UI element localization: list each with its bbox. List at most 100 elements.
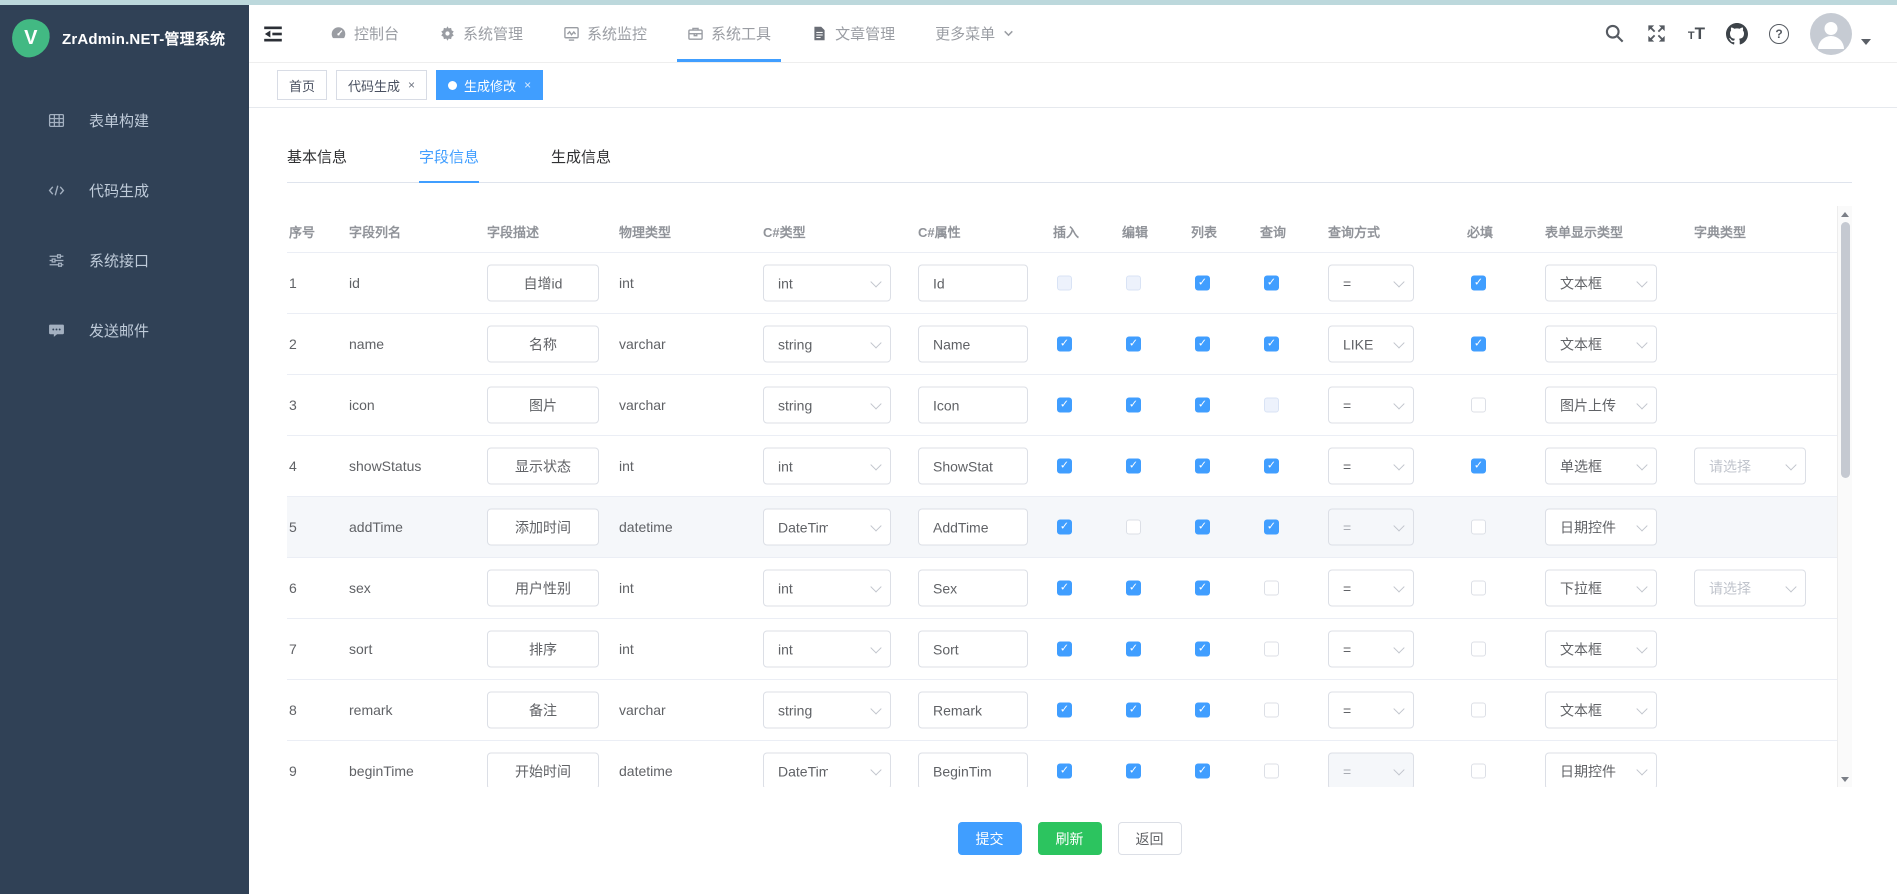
tab-字段信息[interactable]: 字段信息	[419, 146, 479, 182]
cs-type-select[interactable]: string	[763, 387, 891, 424]
help-icon[interactable]: ?	[1769, 24, 1789, 44]
search-icon[interactable]	[1604, 23, 1625, 44]
list-checkbox[interactable]: ✓	[1195, 581, 1210, 596]
nav-menu-gear[interactable]: 系统管理	[437, 5, 525, 62]
edit-checkbox[interactable]: ✓	[1126, 337, 1141, 352]
field-desc-input[interactable]	[487, 326, 599, 363]
list-checkbox[interactable]: ✓	[1195, 459, 1210, 474]
nav-menu-toolbox[interactable]: 系统工具	[685, 5, 773, 62]
display-type-select[interactable]: 文本框	[1545, 631, 1657, 668]
sidebar-item-form-grid[interactable]: 表单构建	[0, 85, 249, 155]
query-type-select[interactable]: =	[1328, 448, 1414, 485]
edit-checkbox[interactable]: ✓	[1126, 764, 1141, 779]
edit-checkbox[interactable]: ✓	[1126, 642, 1141, 657]
tab-基本信息[interactable]: 基本信息	[287, 146, 347, 182]
tag-item[interactable]: 首页	[277, 70, 327, 100]
display-type-select[interactable]: 文本框	[1545, 265, 1657, 302]
edit-checkbox[interactable]: ✓	[1126, 703, 1141, 718]
display-type-select[interactable]: 日期控件	[1545, 509, 1657, 546]
edit-checkbox[interactable]	[1126, 520, 1141, 535]
close-icon[interactable]: ×	[524, 78, 531, 92]
cs-type-select[interactable]: int	[763, 265, 891, 302]
cs-prop-input[interactable]	[918, 448, 1028, 485]
fullscreen-icon[interactable]	[1646, 23, 1667, 44]
cs-prop-input[interactable]	[918, 631, 1028, 668]
list-checkbox[interactable]: ✓	[1195, 337, 1210, 352]
query-type-select[interactable]: =	[1328, 265, 1414, 302]
table-scrollbar[interactable]	[1837, 206, 1852, 787]
field-desc-input[interactable]	[487, 570, 599, 607]
font-size-icon[interactable]: TT	[1688, 25, 1705, 42]
list-checkbox[interactable]: ✓	[1195, 642, 1210, 657]
insert-checkbox[interactable]: ✓	[1057, 459, 1072, 474]
edit-checkbox[interactable]: ✓	[1126, 398, 1141, 413]
required-checkbox[interactable]	[1471, 520, 1486, 535]
query-type-select[interactable]: =	[1328, 387, 1414, 424]
cs-prop-input[interactable]	[918, 692, 1028, 729]
query-checkbox[interactable]	[1264, 764, 1279, 779]
cs-type-select[interactable]: int	[763, 448, 891, 485]
edit-checkbox[interactable]: ✓	[1126, 459, 1141, 474]
dict-type-select[interactable]: 请选择	[1694, 448, 1806, 485]
cs-type-select[interactable]: int	[763, 570, 891, 607]
cs-prop-input[interactable]	[918, 509, 1028, 546]
user-avatar[interactable]	[1810, 13, 1871, 55]
display-type-select[interactable]: 单选框	[1545, 448, 1657, 485]
dict-type-select[interactable]: 请选择	[1694, 570, 1806, 607]
nav-menu-dashboard[interactable]: 控制台	[328, 5, 401, 62]
query-checkbox[interactable]: ✓	[1264, 520, 1279, 535]
field-desc-input[interactable]	[487, 387, 599, 424]
field-desc-input[interactable]	[487, 692, 599, 729]
scroll-up-arrow-icon[interactable]	[1838, 207, 1852, 221]
display-type-select[interactable]: 文本框	[1545, 692, 1657, 729]
query-type-select[interactable]: LIKE	[1328, 326, 1414, 363]
query-type-select[interactable]: =	[1328, 692, 1414, 729]
nav-menu-more[interactable]: 更多菜单	[933, 5, 1017, 62]
display-type-select[interactable]: 图片上传	[1545, 387, 1657, 424]
sidebar-item-api-sliders[interactable]: 系统接口	[0, 225, 249, 295]
required-checkbox[interactable]	[1471, 703, 1486, 718]
sidebar-item-message[interactable]: 发送邮件	[0, 295, 249, 365]
list-checkbox[interactable]: ✓	[1195, 703, 1210, 718]
cs-prop-input[interactable]	[918, 753, 1028, 788]
cs-type-select[interactable]: string	[763, 326, 891, 363]
refresh-button[interactable]: 刷新	[1038, 822, 1102, 855]
required-checkbox[interactable]: ✓	[1471, 459, 1486, 474]
nav-menu-monitor[interactable]: 系统监控	[561, 5, 649, 62]
cs-type-select[interactable]: DateTime	[763, 509, 891, 546]
field-desc-input[interactable]	[487, 753, 599, 788]
tag-active[interactable]: 生成修改×	[436, 70, 543, 100]
nav-menu-document[interactable]: 文章管理	[809, 5, 897, 62]
submit-button[interactable]: 提交	[958, 822, 1022, 855]
query-checkbox[interactable]	[1264, 581, 1279, 596]
insert-checkbox[interactable]: ✓	[1057, 764, 1072, 779]
display-type-select[interactable]: 日期控件	[1545, 753, 1657, 788]
insert-checkbox[interactable]: ✓	[1057, 520, 1072, 535]
scroll-down-arrow-icon[interactable]	[1838, 772, 1852, 786]
required-checkbox[interactable]	[1471, 642, 1486, 657]
tab-生成信息[interactable]: 生成信息	[551, 146, 611, 182]
query-checkbox[interactable]: ✓	[1264, 459, 1279, 474]
sidebar-collapse-button[interactable]	[262, 23, 284, 45]
query-checkbox[interactable]: ✓	[1264, 276, 1279, 291]
cs-prop-input[interactable]	[918, 570, 1028, 607]
field-desc-input[interactable]	[487, 631, 599, 668]
insert-checkbox[interactable]: ✓	[1057, 703, 1072, 718]
display-type-select[interactable]: 文本框	[1545, 326, 1657, 363]
required-checkbox[interactable]	[1471, 764, 1486, 779]
field-desc-input[interactable]	[487, 509, 599, 546]
list-checkbox[interactable]: ✓	[1195, 764, 1210, 779]
field-desc-input[interactable]	[487, 265, 599, 302]
edit-checkbox[interactable]: ✓	[1126, 581, 1141, 596]
cs-prop-input[interactable]	[918, 326, 1028, 363]
query-checkbox[interactable]	[1264, 642, 1279, 657]
cs-prop-input[interactable]	[918, 265, 1028, 302]
cs-type-select[interactable]: int	[763, 631, 891, 668]
query-checkbox[interactable]	[1264, 703, 1279, 718]
scrollbar-thumb[interactable]	[1841, 222, 1850, 478]
insert-checkbox[interactable]: ✓	[1057, 581, 1072, 596]
insert-checkbox[interactable]: ✓	[1057, 642, 1072, 657]
cs-prop-input[interactable]	[918, 387, 1028, 424]
github-icon[interactable]	[1726, 23, 1748, 45]
required-checkbox[interactable]: ✓	[1471, 337, 1486, 352]
